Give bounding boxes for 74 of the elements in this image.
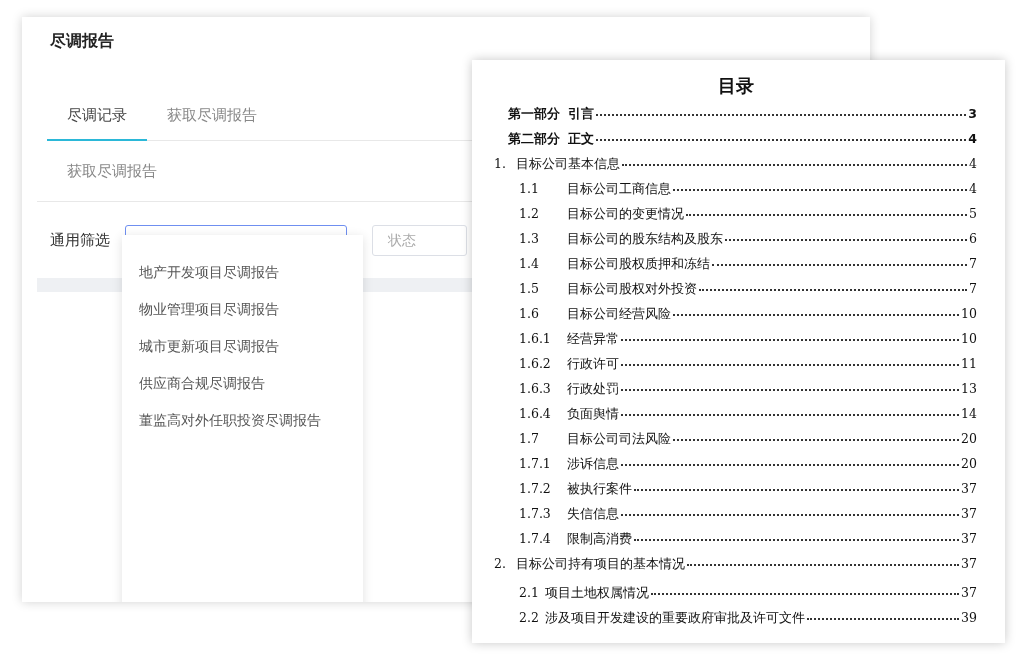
toc-number: 1. — [494, 156, 507, 171]
toc-number: 1.6.3 — [519, 381, 552, 396]
page-number: 37 — [961, 585, 977, 600]
toc-title: 涉及项目开发建设的重要政府审批及许可文件 — [544, 610, 805, 627]
page-number: 10 — [961, 331, 977, 346]
page-number: 3 — [968, 106, 977, 121]
page-number: 39 — [961, 610, 977, 625]
toc-number: 1.7.4 — [519, 531, 552, 546]
toc-number: 1.5 — [519, 281, 540, 296]
filter-label: 通用筛选 — [50, 230, 111, 250]
dropdown-option[interactable]: 地产开发项目尽调报告 — [122, 255, 363, 292]
document-title: 目录 — [716, 74, 755, 98]
page-number: 10 — [961, 306, 977, 321]
toc-number: 1.1 — [519, 181, 540, 196]
toc-number: 2.1 — [519, 585, 539, 600]
page-number: 14 — [961, 406, 977, 421]
toc-number: 1.7.1 — [519, 456, 552, 471]
page-number: 20 — [961, 456, 977, 471]
dropdown-option[interactable]: 城市更新项目尽调报告 — [122, 329, 363, 366]
toc-title: 限制高消费 — [567, 531, 632, 548]
toc-title: 负面舆情 — [567, 406, 619, 423]
toc-number: 1.4 — [519, 256, 540, 271]
page-number: 37 — [961, 481, 977, 496]
toc-title: 目标公司经营风险 — [567, 306, 671, 323]
toc-title: 行政处罚 — [567, 381, 619, 398]
toc-title: 目标公司基本信息 — [516, 156, 620, 173]
tab[interactable]: 获取尽调报告 — [147, 106, 277, 141]
toc-number: 1.6.2 — [519, 356, 552, 371]
toc-number: 1.7.2 — [519, 481, 552, 496]
toc-number: 1.6.4 — [519, 406, 552, 421]
toc-number: 2. — [494, 556, 507, 571]
toc-title: 经营异常 — [567, 331, 619, 348]
page-number: 7 — [969, 256, 977, 271]
dropdown-option[interactable]: 供应商合规尽调报告 — [122, 366, 363, 403]
page-number: 11 — [961, 356, 977, 371]
toc-number: 1.7 — [519, 431, 540, 446]
tab[interactable]: 尽调记录 — [47, 106, 147, 141]
toc-title: 引言 — [568, 106, 594, 123]
page-number: 20 — [961, 431, 977, 446]
toc-number: 2.2 — [519, 610, 539, 625]
toc-title: 失信信息 — [567, 506, 619, 523]
page-title: 尽调报告 — [49, 30, 115, 52]
toc-number: 1.6.1 — [519, 331, 552, 346]
page-number: 37 — [961, 506, 977, 521]
toc-title: 目标公司的变更情况 — [567, 206, 684, 223]
page-number: 4 — [969, 156, 977, 171]
toc-title: 目标公司的股东结构及股东 — [567, 231, 723, 248]
page-number: 5 — [969, 206, 977, 221]
toc-title: 目标公司工商信息 — [567, 181, 671, 198]
toc-number: 第一部分 — [508, 106, 560, 123]
toc-title: 目标公司股权质押和冻结 — [567, 256, 710, 273]
page-number: 13 — [961, 381, 977, 396]
get-report-link[interactable]: 获取尽调报告 — [67, 161, 157, 181]
toc-title: 被执行案件 — [567, 481, 632, 498]
toc-title: 正文 — [568, 131, 594, 148]
toc-title: 目标公司股权对外投资 — [567, 281, 697, 298]
page-number: 7 — [969, 281, 977, 296]
page-number: 37 — [961, 556, 977, 571]
toc-title: 目标公司持有项目的基本情况 — [516, 556, 685, 573]
toc-number: 1.2 — [519, 206, 540, 221]
toc-title: 目标公司司法风险 — [567, 431, 671, 448]
page-number: 6 — [969, 231, 977, 246]
dropdown-option[interactable]: 物业管理项目尽调报告 — [122, 292, 363, 329]
toc-title: 行政许可 — [567, 356, 619, 373]
toc-number: 1.3 — [519, 231, 540, 246]
toc-number: 1.7.3 — [519, 506, 552, 521]
dropdown-option[interactable]: 董监高对外任职投资尽调报告 — [122, 403, 363, 440]
page-number: 37 — [961, 531, 977, 546]
page-number: 4 — [968, 131, 977, 146]
toc-number: 第二部分 — [508, 131, 560, 148]
page-number: 4 — [969, 181, 977, 196]
toc-title: 项目土地权属情况 — [544, 585, 649, 602]
toc-number: 1.6 — [519, 306, 540, 321]
toc-title: 涉诉信息 — [567, 456, 619, 473]
